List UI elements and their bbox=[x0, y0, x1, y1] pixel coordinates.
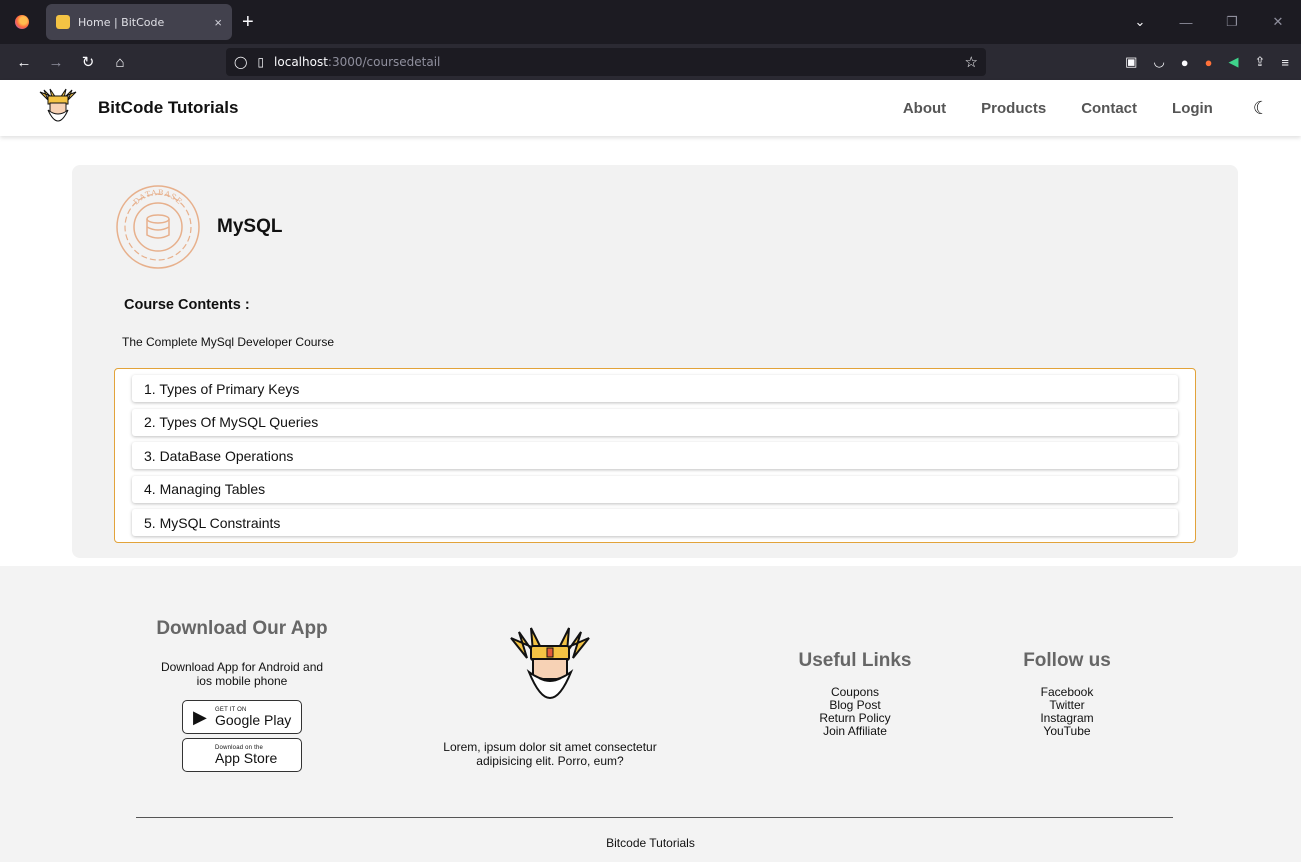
bookmark-star-icon[interactable]: ☆ bbox=[965, 53, 978, 71]
firefox-icon[interactable] bbox=[0, 0, 44, 44]
follow-us-heading: Follow us bbox=[1023, 650, 1111, 671]
list-item[interactable]: 2. Types Of MySQL Queries bbox=[132, 408, 1178, 436]
url-host: localhost bbox=[274, 55, 328, 69]
course-card: DATABASE MySQL Course Contents : The Com… bbox=[72, 165, 1238, 558]
toolbar-icons: ▣ ◡ ● ● ◀ ⇪ ≡ bbox=[1125, 54, 1293, 70]
tab-list-chevron-icon[interactable]: ⌄ bbox=[1117, 14, 1163, 30]
reload-icon[interactable]: ↻ bbox=[72, 53, 104, 71]
nav-login-link[interactable]: Login bbox=[1172, 100, 1213, 117]
brand-logo-icon[interactable] bbox=[36, 86, 80, 130]
list-item[interactable]: 1. Types of Primary Keys bbox=[132, 375, 1178, 402]
footer-about-text: Lorem, ipsum dolor sit amet consectetur … bbox=[443, 740, 657, 768]
site-header: BitCode Tutorials About Products Contact… bbox=[0, 80, 1301, 136]
social-links-list: Facebook Twitter Instagram YouTube bbox=[992, 686, 1142, 738]
favicon-icon bbox=[56, 15, 70, 29]
footer-divider bbox=[136, 817, 1173, 818]
course-title: MySQL bbox=[217, 216, 283, 237]
course-contents-heading: Course Contents : bbox=[124, 297, 250, 313]
footer-logo-column: Lorem, ipsum dolor sit amet consectetur … bbox=[420, 624, 680, 768]
main-content: DATABASE MySQL Course Contents : The Com… bbox=[0, 136, 1301, 558]
extension-orange-icon[interactable]: ● bbox=[1205, 55, 1213, 70]
back-icon[interactable]: ← bbox=[8, 54, 40, 71]
google-play-button[interactable]: ▶ GET IT ON Google Play bbox=[182, 700, 302, 734]
nav-about-link[interactable]: About bbox=[903, 100, 946, 117]
download-app-column: Download Our App Download App for Androi… bbox=[130, 618, 354, 772]
list-item[interactable]: 3. DataBase Operations bbox=[132, 442, 1178, 469]
collections-icon[interactable]: ▣ bbox=[1125, 54, 1137, 70]
pocket-icon[interactable]: ◡ bbox=[1153, 54, 1164, 70]
footer-link-affiliate[interactable]: Join Affiliate bbox=[780, 725, 930, 738]
page-icon: ▯ bbox=[257, 55, 265, 69]
window-controls: ⌄ — ❐ ✕ bbox=[1117, 0, 1301, 44]
home-icon[interactable]: ⌂ bbox=[104, 54, 136, 71]
nav-products-link[interactable]: Products bbox=[981, 100, 1046, 117]
minimize-icon[interactable]: — bbox=[1163, 15, 1209, 30]
url-path: :3000/coursedetail bbox=[327, 55, 441, 69]
forward-icon[interactable]: → bbox=[40, 54, 72, 71]
database-badge-icon: DATABASE bbox=[116, 185, 200, 269]
follow-us-column: Follow us Facebook Twitter Instagram You… bbox=[992, 650, 1142, 738]
tab-title: Home | BitCode bbox=[78, 15, 165, 29]
extension-green-icon[interactable]: ◀ bbox=[1229, 54, 1239, 70]
list-item[interactable]: 4. Managing Tables bbox=[132, 475, 1178, 503]
browser-tab[interactable]: Home | BitCode × bbox=[46, 4, 232, 40]
url-bar[interactable]: ◯ ▯ localhost :3000/coursedetail ☆ bbox=[226, 48, 986, 76]
download-app-heading: Download Our App bbox=[156, 618, 328, 639]
restore-icon[interactable]: ❐ bbox=[1209, 14, 1255, 30]
browser-navbar: ← → ↻ ⌂ ◯ ▯ localhost :3000/coursedetail… bbox=[0, 44, 1301, 80]
footer-copyright: Bitcode Tutorials bbox=[606, 836, 695, 850]
useful-links-column: Useful Links Coupons Blog Post Return Po… bbox=[780, 650, 930, 738]
tab-close-icon[interactable]: × bbox=[214, 15, 222, 30]
course-subtitle: The Complete MySql Developer Course bbox=[122, 335, 335, 349]
footer-logo-icon bbox=[510, 627, 590, 699]
site-footer: Download Our App Download App for Androi… bbox=[0, 566, 1301, 862]
shield-icon[interactable]: ◯ bbox=[234, 55, 247, 69]
moon-icon[interactable]: ☾ bbox=[1253, 98, 1269, 119]
google-play-label: Google Play bbox=[215, 711, 292, 728]
app-store-button[interactable]: Download on the App Store bbox=[182, 738, 302, 772]
menu-icon[interactable]: ≡ bbox=[1281, 55, 1289, 70]
course-header: DATABASE MySQL bbox=[114, 183, 1196, 271]
course-contents-list: 1. Types of Primary Keys 2. Types Of MyS… bbox=[114, 368, 1196, 543]
useful-links-heading: Useful Links bbox=[798, 650, 912, 671]
share-icon[interactable]: ⇪ bbox=[1255, 54, 1266, 70]
social-link-youtube[interactable]: YouTube bbox=[992, 725, 1142, 738]
site-nav: About Products Contact Login ☾ bbox=[868, 98, 1301, 119]
nav-contact-link[interactable]: Contact bbox=[1081, 100, 1137, 117]
download-app-desc: Download App for Android and ios mobile … bbox=[160, 660, 324, 688]
browser-tabbar: Home | BitCode × + ⌄ — ❐ ✕ bbox=[0, 0, 1301, 44]
brand-name[interactable]: BitCode Tutorials bbox=[98, 98, 238, 118]
list-item[interactable]: 5. MySQL Constraints bbox=[132, 509, 1178, 536]
extension-s-icon[interactable]: ● bbox=[1181, 55, 1189, 70]
close-window-icon[interactable]: ✕ bbox=[1255, 14, 1301, 30]
app-store-label: App Store bbox=[215, 749, 278, 766]
new-tab-button[interactable]: + bbox=[242, 4, 254, 40]
useful-links-list: Coupons Blog Post Return Policy Join Aff… bbox=[780, 686, 930, 738]
google-play-icon: ▶ bbox=[193, 706, 207, 727]
